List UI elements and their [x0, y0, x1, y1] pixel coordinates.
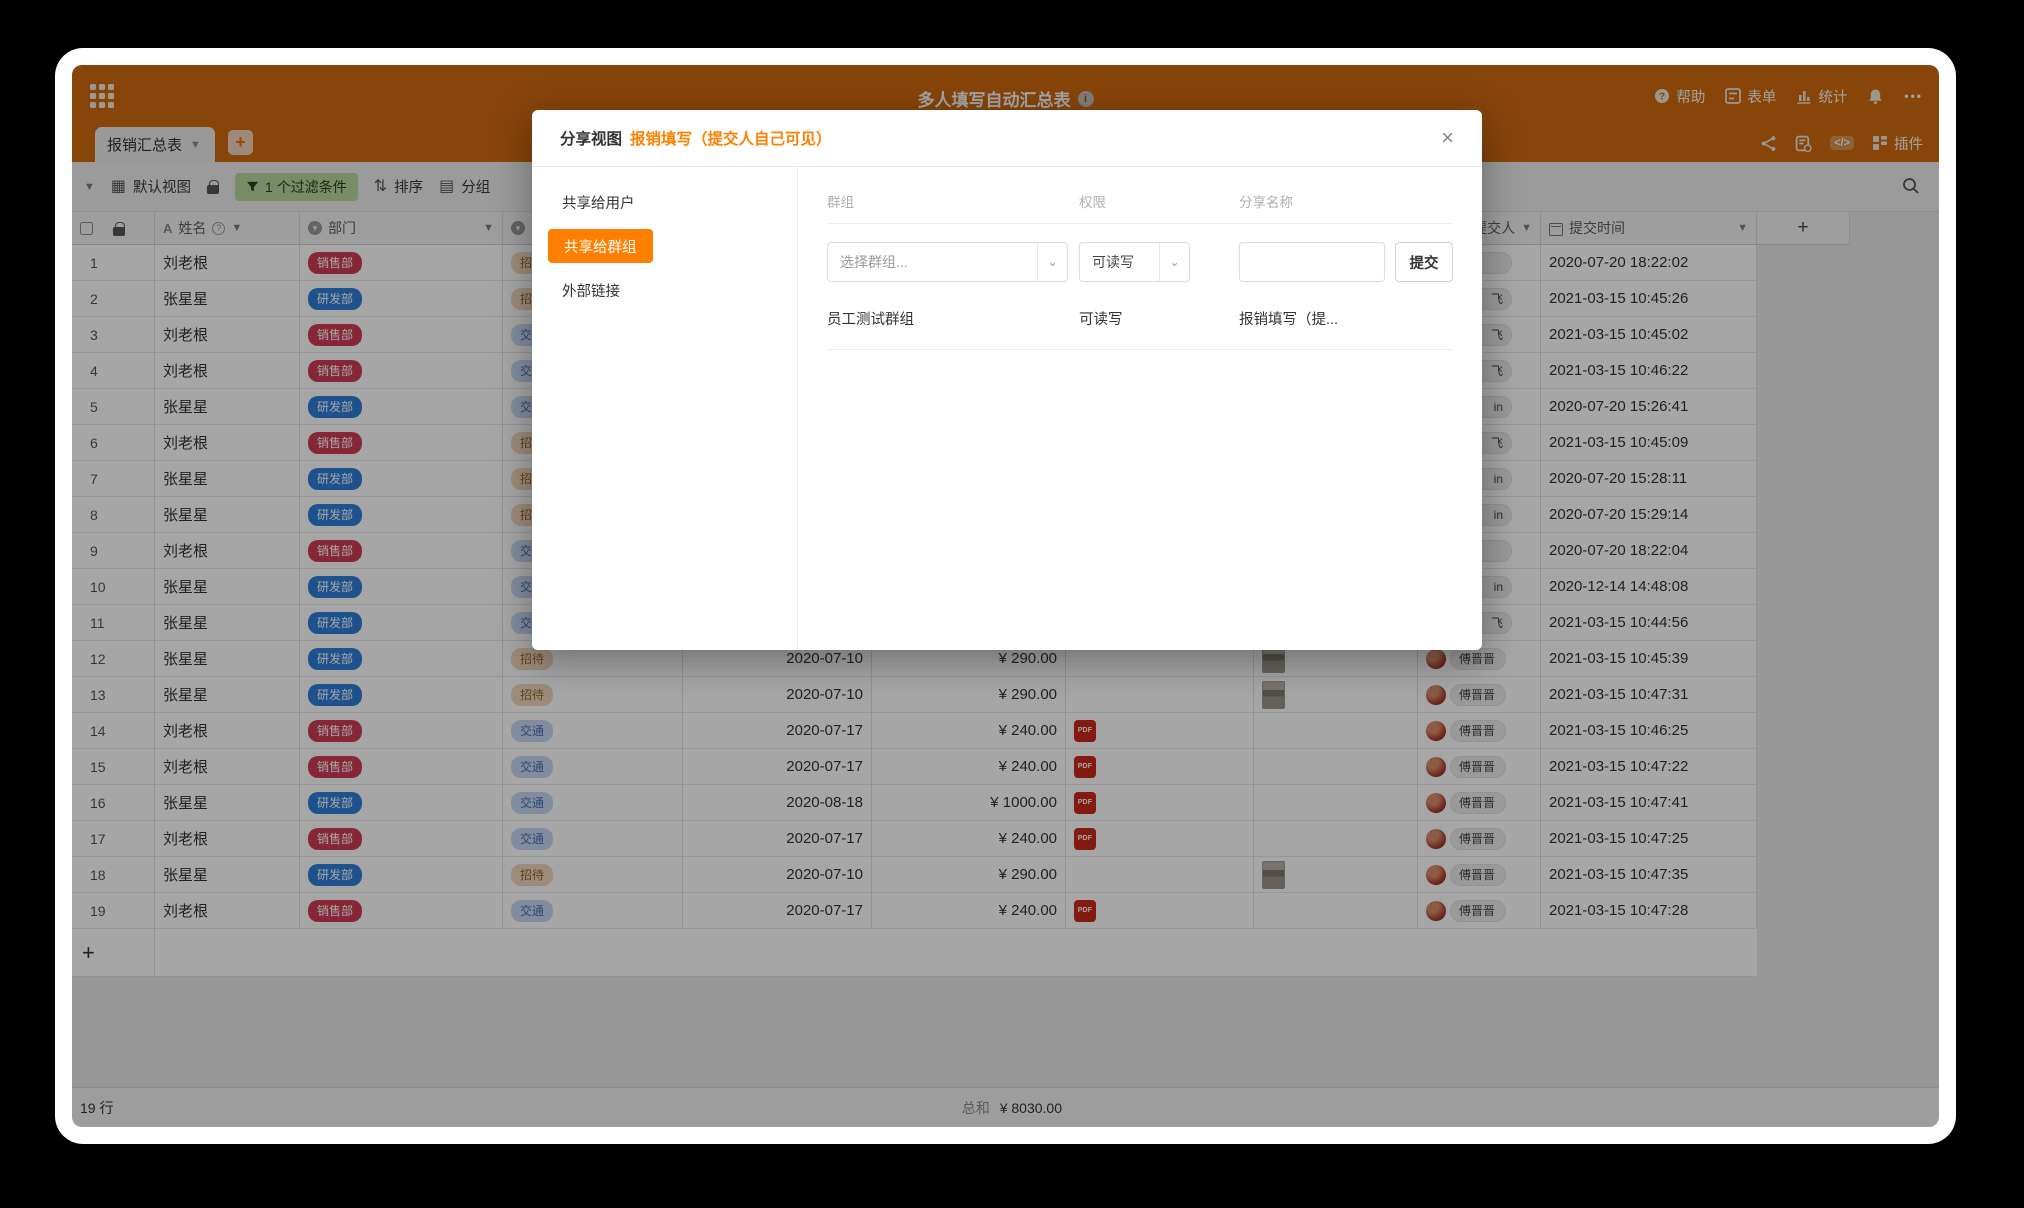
chevron-down-icon: ⌄	[1037, 243, 1067, 281]
menu-share-to-groups[interactable]: 共享给群组	[548, 229, 653, 263]
menu-share-to-users[interactable]: 共享给用户	[548, 185, 781, 219]
share-group: 员工测试群组	[827, 308, 1079, 329]
submit-button[interactable]: 提交	[1395, 242, 1453, 282]
dialog-header: 分享视图 报销填写（提交人自己可见） ×	[532, 110, 1482, 167]
dialog-content: 群组 权限 分享名称 选择群组... ⌄ 可读写 ⌄ 提交	[798, 167, 1482, 649]
chevron-down-icon: ⌄	[1159, 243, 1189, 281]
app-surface: 多人填写自动汇总表 i ? 帮助 表单 统计	[72, 65, 1939, 1127]
share-perm: 可读写	[1079, 308, 1239, 329]
perm-select[interactable]: 可读写 ⌄	[1079, 242, 1190, 282]
group-select-placeholder: 选择群组...	[828, 252, 1037, 272]
dialog-view-name: 报销填写（提交人自己可见）	[630, 127, 832, 149]
perm-select-value: 可读写	[1080, 252, 1159, 272]
share-name: 报销填写（提...	[1239, 308, 1338, 329]
dialog-title: 分享视图	[560, 127, 622, 149]
dialog-menu: 共享给用户 共享给群组 外部链接	[532, 167, 798, 649]
close-icon[interactable]: ×	[1441, 125, 1454, 151]
group-label: 群组	[827, 191, 1079, 211]
perm-label: 权限	[1079, 191, 1239, 211]
share-form-labels: 群组 权限 分享名称	[827, 191, 1453, 224]
share-view-dialog: 分享视图 报销填写（提交人自己可见） × 共享给用户 共享给群组 外部链接 群组…	[532, 110, 1482, 650]
group-select[interactable]: 选择群组... ⌄	[827, 242, 1068, 282]
share-name-input[interactable]	[1239, 242, 1385, 282]
menu-external-links[interactable]: 外部链接	[548, 273, 781, 307]
app-window: 多人填写自动汇总表 i ? 帮助 表单 统计	[55, 48, 1956, 1144]
share-list-item: 员工测试群组 可读写 报销填写（提...	[827, 282, 1453, 350]
share-form: 选择群组... ⌄ 可读写 ⌄ 提交	[827, 242, 1453, 282]
share-name-label: 分享名称	[1239, 191, 1293, 211]
